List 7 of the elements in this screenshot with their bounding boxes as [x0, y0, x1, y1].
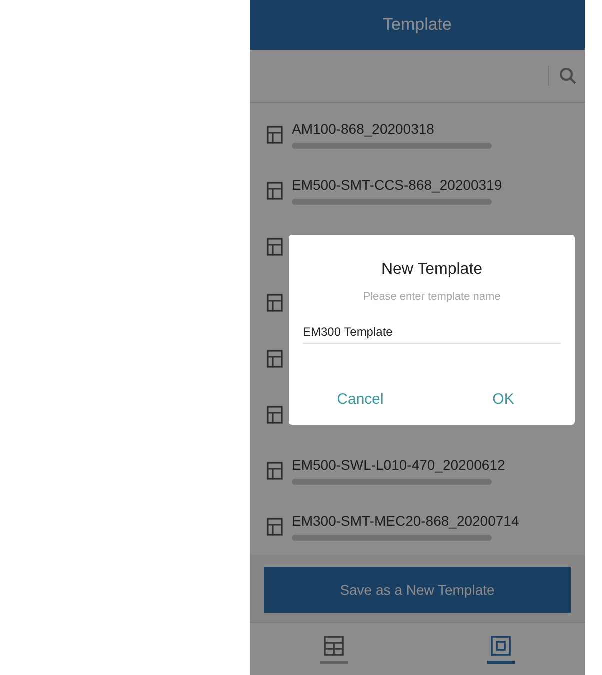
- dialog-hint: Please enter template name: [363, 291, 501, 303]
- dialog-title: New Template: [381, 261, 483, 279]
- template-name: EM300-SMT-MEC20-868_20200714: [292, 513, 520, 529]
- template-name: EM500-SMT-CCS-868_20200319: [292, 177, 502, 193]
- screen-title: Template: [383, 15, 452, 35]
- template-name: EM500-SWL-L010-470_20200612: [292, 457, 506, 473]
- template-name: AM100-868_20200318: [292, 121, 436, 137]
